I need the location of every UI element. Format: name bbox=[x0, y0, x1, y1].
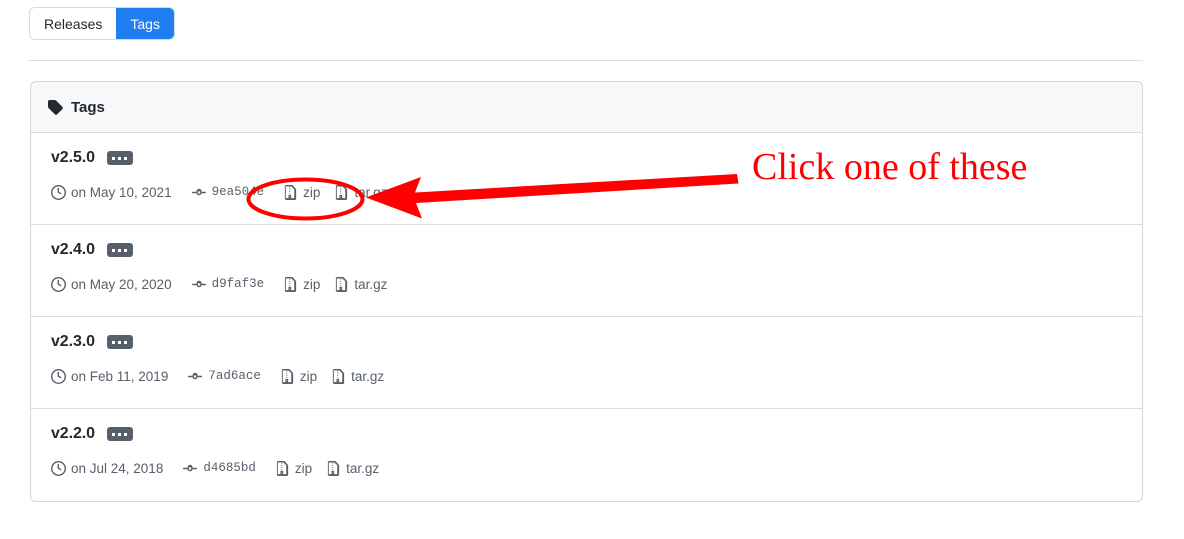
download-zip-label: zip bbox=[303, 184, 321, 200]
ellipsis-icon[interactable] bbox=[106, 427, 133, 441]
ellipsis-icon[interactable] bbox=[106, 335, 133, 349]
ellipsis-icon[interactable] bbox=[106, 151, 133, 165]
clock-icon bbox=[51, 184, 66, 200]
download-targz-link[interactable]: tar.gz bbox=[331, 368, 385, 384]
download-targz-link[interactable]: tar.gz bbox=[334, 276, 388, 292]
file-zip-icon bbox=[283, 184, 298, 200]
clock-icon bbox=[51, 368, 66, 384]
tag-name-link[interactable]: v2.4.0 bbox=[51, 241, 95, 259]
tag-commit: d9faf3e bbox=[191, 276, 265, 292]
tag-name-link[interactable]: v2.3.0 bbox=[51, 333, 95, 351]
tag-meta-line: on May 10, 2021 9ea504e zip tar.gz bbox=[51, 182, 1126, 202]
git-commit-icon bbox=[182, 460, 198, 476]
download-zip-label: zip bbox=[294, 460, 313, 476]
clock-icon bbox=[51, 460, 66, 476]
tab-releases-label: Releases bbox=[44, 15, 103, 32]
table-row: v2.3.0 on Feb 11, 2019 7ad6ace zip tar.g… bbox=[31, 317, 1142, 409]
commit-hash-link[interactable]: d9faf3e bbox=[212, 277, 265, 291]
commit-hash-link[interactable]: d4685bd bbox=[203, 461, 256, 475]
table-row: v2.2.0 on Jul 24, 2018 d4685bd zip tar.g… bbox=[31, 409, 1142, 501]
commit-hash-link[interactable]: 7ad6ace bbox=[208, 369, 261, 383]
file-zip-icon bbox=[331, 368, 346, 384]
tab-tags-label: Tags bbox=[130, 15, 160, 32]
tag-title-line: v2.2.0 bbox=[51, 423, 1126, 445]
tag-date: on May 20, 2020 bbox=[51, 276, 172, 292]
tag-icon bbox=[47, 99, 63, 115]
download-zip-link[interactable]: zip bbox=[283, 184, 321, 200]
download-zip-link[interactable]: zip bbox=[275, 460, 313, 476]
tab-tags[interactable]: Tags bbox=[116, 8, 174, 39]
download-targz-label: tar.gz bbox=[346, 460, 380, 476]
git-commit-icon bbox=[191, 184, 207, 200]
ellipsis-icon[interactable] bbox=[106, 243, 133, 257]
tag-date-text: on May 10, 2021 bbox=[71, 184, 172, 200]
commit-hash-link[interactable]: 9ea504e bbox=[212, 185, 265, 199]
git-commit-icon bbox=[187, 368, 203, 384]
table-row: v2.5.0 on May 10, 2021 9ea504e zip tar.g… bbox=[31, 133, 1142, 225]
tag-date-text: on May 20, 2020 bbox=[71, 276, 172, 292]
tags-card-header: Tags bbox=[31, 82, 1142, 133]
tag-date-text: on Feb 11, 2019 bbox=[71, 368, 169, 384]
tag-name-link[interactable]: v2.2.0 bbox=[51, 425, 95, 443]
file-zip-icon bbox=[280, 368, 295, 384]
tag-commit: 9ea504e bbox=[191, 184, 265, 200]
file-zip-icon bbox=[326, 460, 341, 476]
git-commit-icon bbox=[191, 276, 207, 292]
tag-title-line: v2.4.0 bbox=[51, 239, 1126, 261]
tag-meta-line: on Feb 11, 2019 7ad6ace zip tar.gz bbox=[51, 366, 1126, 386]
download-targz-link[interactable]: tar.gz bbox=[334, 184, 388, 200]
download-zip-link[interactable]: zip bbox=[283, 276, 321, 292]
file-zip-icon bbox=[283, 276, 298, 292]
file-zip-icon bbox=[334, 276, 349, 292]
header-divider bbox=[29, 60, 1143, 61]
tag-date: on Feb 11, 2019 bbox=[51, 368, 169, 384]
tag-meta-line: on Jul 24, 2018 d4685bd zip tar.gz bbox=[51, 458, 1126, 478]
tag-commit: 7ad6ace bbox=[187, 368, 261, 384]
file-zip-icon bbox=[334, 184, 349, 200]
tag-meta-line: on May 20, 2020 d9faf3e zip tar.gz bbox=[51, 274, 1126, 294]
download-targz-link[interactable]: tar.gz bbox=[326, 460, 380, 476]
table-row: v2.4.0 on May 20, 2020 d9faf3e zip tar.g… bbox=[31, 225, 1142, 317]
tag-date: on Jul 24, 2018 bbox=[51, 460, 164, 476]
download-zip-label: zip bbox=[303, 276, 321, 292]
tags-card-title: Tags bbox=[71, 98, 105, 116]
tag-title-line: v2.5.0 bbox=[51, 147, 1126, 169]
tag-date-text: on Jul 24, 2018 bbox=[71, 460, 164, 476]
download-zip-link[interactable]: zip bbox=[280, 368, 318, 384]
tab-releases[interactable]: Releases bbox=[30, 8, 117, 39]
tags-card: Tags v2.5.0 on May 10, 2021 9ea504e zip … bbox=[30, 81, 1143, 502]
releases-tags-switcher: Releases Tags bbox=[29, 7, 175, 40]
clock-icon bbox=[51, 276, 66, 292]
file-zip-icon bbox=[275, 460, 290, 476]
download-targz-label: tar.gz bbox=[351, 368, 385, 384]
tag-name-link[interactable]: v2.5.0 bbox=[51, 149, 95, 167]
tag-title-line: v2.3.0 bbox=[51, 331, 1126, 353]
tag-date: on May 10, 2021 bbox=[51, 184, 172, 200]
download-zip-label: zip bbox=[299, 368, 318, 384]
tag-commit: d4685bd bbox=[182, 460, 256, 476]
download-targz-label: tar.gz bbox=[354, 184, 388, 200]
download-targz-label: tar.gz bbox=[354, 276, 388, 292]
